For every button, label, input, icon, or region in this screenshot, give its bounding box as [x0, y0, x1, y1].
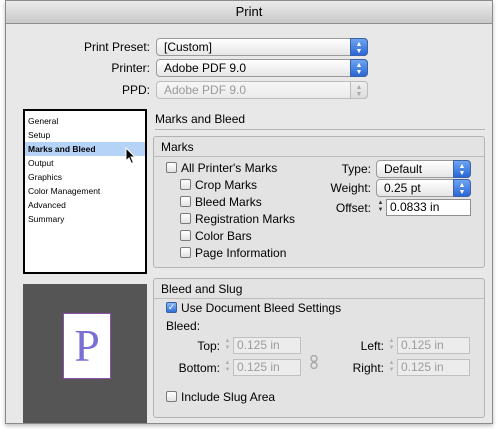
type-value: Default [384, 162, 423, 176]
type-label: Type: [341, 162, 371, 176]
checkbox-box [166, 162, 177, 173]
left-stepper-icon: ▲ ▼ [388, 338, 395, 351]
bleed-marks-label: Bleed Marks [195, 195, 262, 209]
use-document-bleed-checkbox[interactable]: ✓ Use Document Bleed Settings [166, 301, 341, 315]
sidebar-item-graphics[interactable]: Graphics [25, 170, 145, 184]
right-label: Right: [352, 361, 384, 375]
popup-arrows-icon: ▲ ▼ [350, 81, 368, 99]
include-slug-area-checkbox[interactable]: Include Slug Area [166, 390, 275, 404]
bleed-label: Bleed: [166, 319, 201, 333]
color-bars-label: Color Bars [195, 229, 252, 243]
left-label: Left: [360, 339, 384, 353]
sidebar-item-summary[interactable]: Summary [25, 212, 145, 226]
use-document-bleed-label: Use Document Bleed Settings [181, 301, 342, 315]
checkmark-icon: ✓ [166, 302, 177, 313]
popup-arrows-icon: ▲ ▼ [350, 59, 368, 77]
popup-arrows-icon: ▲ ▼ [350, 38, 368, 56]
group-divider [154, 156, 484, 157]
weight-select[interactable]: 0.25 pt ▲ ▼ [376, 179, 471, 197]
bleed-marks-checkbox[interactable]: Bleed Marks [180, 195, 262, 209]
page-information-label: Page Information [195, 246, 287, 260]
chain-link-icon [310, 355, 318, 369]
print-dialog: Print Print Preset: [Custom] ▲ ▼ Printer:… [5, 0, 493, 424]
offset-label: Offset: [335, 201, 371, 215]
print-preset-select[interactable]: [Custom] ▲ ▼ [156, 38, 368, 56]
marks-group: Marks All Printer's Marks Crop Marks Ble… [153, 136, 485, 268]
ppd-select: Adobe PDF 9.0 ▲ ▼ [156, 81, 368, 99]
right-stepper-icon: ▲ ▼ [388, 360, 395, 373]
checkbox-box [180, 213, 191, 224]
window-title: Print [6, 1, 492, 24]
printer-select[interactable]: Adobe PDF 9.0 ▲ ▼ [156, 59, 368, 77]
bottom-stepper-icon: ▲ ▼ [224, 360, 231, 373]
page-information-checkbox[interactable]: Page Information [180, 246, 286, 260]
group-divider [154, 298, 484, 299]
bottom-field: 0.125 in [233, 359, 301, 376]
marks-group-title: Marks [161, 140, 194, 154]
weight-value: 0.25 pt [384, 181, 421, 195]
type-select[interactable]: Default ▲ ▼ [376, 160, 471, 178]
offset-stepper-icon[interactable]: ▲ ▼ [376, 200, 385, 215]
left-field: 0.125 in [397, 337, 470, 354]
print-preset-label: Print Preset: [83, 40, 150, 54]
ppd-value: Adobe PDF 9.0 [164, 83, 247, 97]
crop-marks-label: Crop Marks [195, 178, 258, 192]
printer-value: Adobe PDF 9.0 [164, 61, 247, 75]
bottom-label: Bottom: [178, 361, 220, 375]
preview-letter: P [74, 320, 100, 371]
category-list[interactable]: General Setup Marks and Bleed Output Gra… [23, 109, 147, 274]
page-thumbnail: P [63, 313, 111, 379]
all-printers-marks-label: All Printer's Marks [181, 161, 278, 175]
popup-arrows-icon: ▲ ▼ [453, 179, 471, 197]
checkbox-box [180, 179, 191, 190]
registration-marks-label: Registration Marks [195, 212, 296, 226]
bleed-and-slug-group: Bleed and Slug ✓ Use Document Bleed Setti… [153, 278, 485, 418]
checkbox-box [180, 247, 191, 258]
checkbox-box [180, 230, 191, 241]
page-preview: P [23, 284, 147, 423]
checkbox-box [166, 391, 177, 402]
right-field: 0.125 in [397, 359, 470, 376]
ppd-label: PPD: [121, 83, 150, 97]
printer-label: Printer: [111, 61, 150, 75]
section-title: Marks and Bleed [155, 112, 246, 126]
sidebar-item-color-management[interactable]: Color Management [25, 184, 145, 198]
sidebar-item-setup[interactable]: Setup [25, 128, 145, 142]
sidebar-item-advanced[interactable]: Advanced [25, 198, 145, 212]
crop-marks-checkbox[interactable]: Crop Marks [180, 178, 257, 192]
include-slug-area-label: Include Slug Area [181, 390, 276, 404]
registration-marks-checkbox[interactable]: Registration Marks [180, 212, 295, 226]
popup-arrows-icon: ▲ ▼ [453, 160, 471, 178]
all-printers-marks-checkbox[interactable]: All Printer's Marks [166, 161, 277, 175]
arrow-cursor-icon [125, 147, 137, 165]
print-preset-value: [Custom] [164, 40, 213, 54]
checkbox-box [180, 196, 191, 207]
top-label: Top: [197, 339, 220, 353]
offset-field[interactable]: 0.0833 in [386, 199, 471, 216]
weight-label: Weight: [330, 181, 371, 195]
top-field: 0.125 in [233, 337, 301, 354]
bleed-slug-group-title: Bleed and Slug [161, 282, 243, 296]
color-bars-checkbox[interactable]: Color Bars [180, 229, 252, 243]
section-divider [155, 129, 485, 130]
top-stepper-icon: ▲ ▼ [224, 338, 231, 351]
sidebar-item-general[interactable]: General [25, 114, 145, 128]
